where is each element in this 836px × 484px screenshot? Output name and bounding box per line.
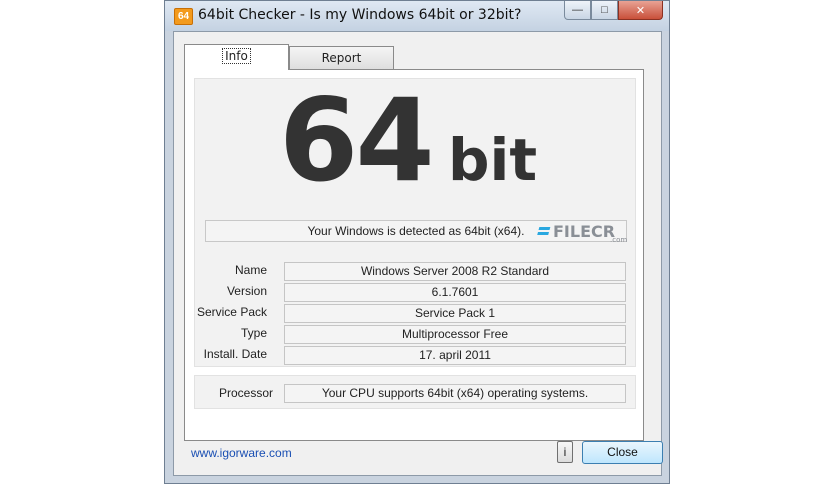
watermark-logo-icon: [536, 227, 551, 237]
minimize-button[interactable]: —: [564, 1, 591, 20]
watermark-suffix: .com: [610, 236, 628, 244]
watermark: FILECR .com: [536, 222, 627, 244]
maximize-button[interactable]: □: [591, 1, 618, 20]
caption-buttons: — □ ✕: [564, 1, 663, 20]
close-icon: ✕: [635, 4, 646, 17]
website-link[interactable]: www.igorware.com: [191, 446, 292, 460]
detail-value-install-date: 17. april 2011: [284, 346, 626, 365]
close-button[interactable]: Close: [582, 441, 663, 464]
app-window: 64 64bit Checker - Is my Windows 64bit o…: [164, 0, 670, 484]
client-area: Info Report 64 bit Your Windows is detec…: [173, 31, 663, 476]
info-button[interactable]: i: [557, 441, 573, 463]
processor-value: Your CPU supports 64bit (x64) operating …: [284, 384, 626, 403]
tab-info[interactable]: Info: [184, 44, 289, 70]
tab-info-label: Info: [222, 48, 251, 64]
close-window-button[interactable]: ✕: [618, 1, 663, 20]
bitness-unit: bit: [448, 126, 538, 194]
minimize-icon: —: [572, 4, 583, 16]
bitness-number: 64: [279, 74, 435, 207]
maximize-icon: □: [601, 4, 608, 16]
tab-report-label: Report: [321, 51, 362, 65]
tab-report[interactable]: Report: [289, 46, 394, 69]
detail-label-type: Type: [240, 326, 267, 340]
detail-label-name: Name: [234, 263, 267, 277]
detail-label-service-pack: Service Pack: [196, 305, 267, 319]
detail-label-install-date: Install. Date: [203, 347, 267, 361]
detail-value-version: 6.1.7601: [284, 283, 626, 302]
detail-value-service-pack: Service Pack 1: [284, 304, 626, 323]
app-icon: 64: [174, 8, 193, 25]
info-tab-panel: 64 bit Your Windows is detected as 64bit…: [184, 69, 644, 441]
watermark-text: FILECR: [553, 222, 616, 241]
processor-label: Processor: [218, 386, 273, 400]
detail-value-type: Multiprocessor Free: [284, 325, 626, 344]
detail-value-name: Windows Server 2008 R2 Standard: [284, 262, 626, 281]
detail-label-version: Version: [226, 284, 267, 298]
window-title: 64bit Checker - Is my Windows 64bit or 3…: [198, 7, 522, 23]
title-bar[interactable]: 64 64bit Checker - Is my Windows 64bit o…: [165, 1, 669, 31]
